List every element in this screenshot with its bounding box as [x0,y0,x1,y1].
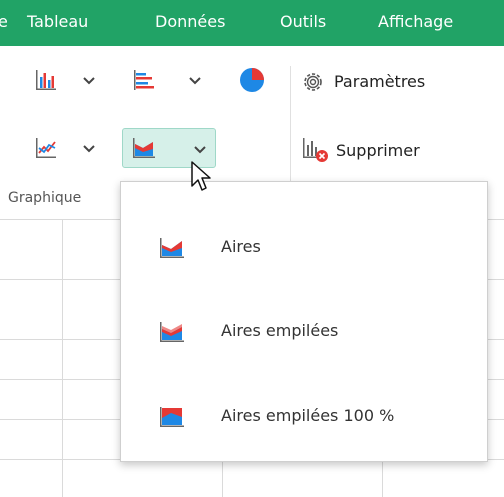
ribbon-group-label: Graphique [8,190,82,206]
dropdown-item-label: Aires empilées [221,321,339,340]
menu-bar: e Tableau Données Outils Affichage [0,0,504,46]
bar-chart-button[interactable] [28,62,100,98]
gear-icon [304,73,322,91]
dropdown-item-area[interactable]: Aires [121,212,487,284]
area-chart-icon [160,238,184,258]
menu-item-donnees[interactable]: Données [155,12,225,31]
chevron-down-icon [83,77,95,85]
horizontal-bar-chart-button[interactable] [124,62,201,98]
menu-item-affichage[interactable]: Affichage [378,12,453,31]
delete-chart-icon [303,138,328,162]
settings-label: Paramètres [334,72,426,91]
stacked-area-chart-icon [160,322,184,342]
dropdown-item-label: Aires empilées 100 % [221,406,395,425]
dropdown-item-stacked-area[interactable]: Aires empilées [121,296,487,368]
line-chart-button[interactable] [28,130,100,166]
menu-item-tableau[interactable]: Tableau [27,12,88,31]
pie-chart-icon [240,68,264,92]
delete-label: Supprimer [336,141,420,160]
delete-chart-button[interactable]: Supprimer [300,134,500,166]
menu-item-partial[interactable]: e [0,12,8,31]
chevron-down-icon [83,145,95,153]
dropdown-item-label: Aires [221,237,261,256]
area-chart-icon [133,138,155,158]
dropdown-item-stacked-area-100[interactable]: Aires empilées 100 % [121,381,487,453]
settings-button[interactable]: Paramètres [300,66,500,98]
pie-chart-button[interactable] [232,62,272,98]
chevron-down-icon [189,77,201,85]
grid-line [62,219,63,497]
bar-chart-icon [36,70,56,90]
line-chart-icon [36,138,56,158]
area-chart-dropdown: Aires Aires empilées Aires empilées 100 … [120,181,488,462]
stacked-area-100-chart-icon [160,407,184,427]
menu-item-outils[interactable]: Outils [280,12,326,31]
chevron-down-icon [194,146,206,154]
mouse-cursor-icon [191,161,211,191]
horizontal-bar-chart-icon [134,70,154,90]
